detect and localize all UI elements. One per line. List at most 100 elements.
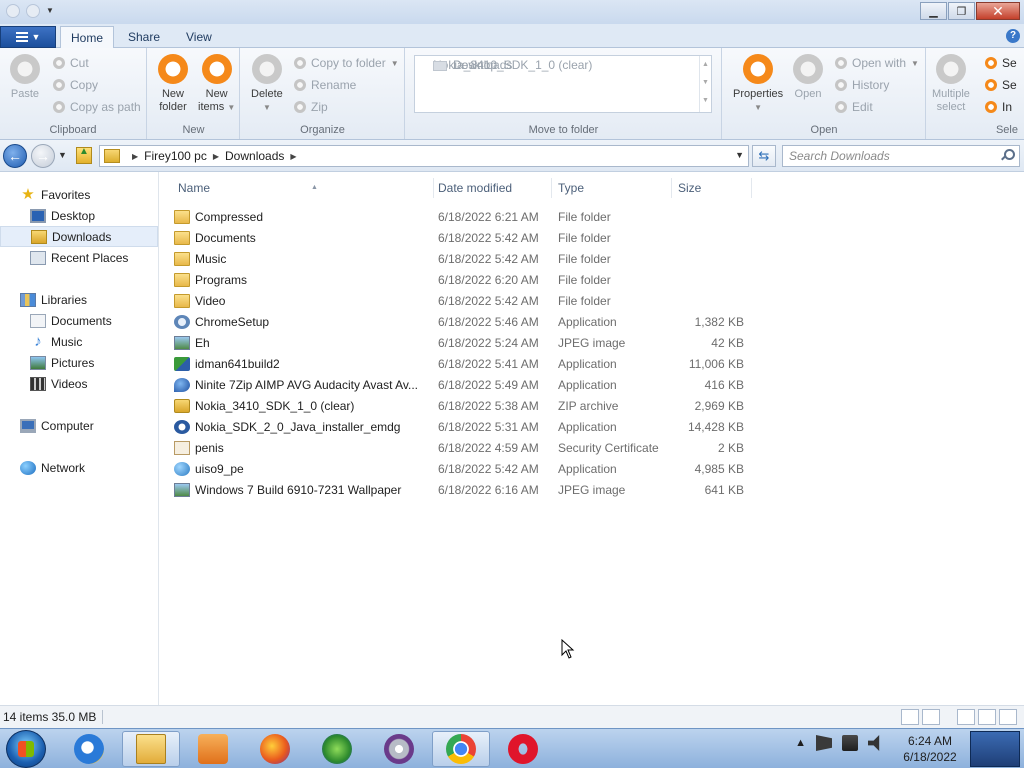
nav-favorites[interactable]: ★ Favorites [0,184,158,205]
table-row[interactable]: Windows 7 Build 6910-7231 Wallpaper 6/18/… [174,479,754,500]
nav-documents[interactable]: Documents [0,310,158,331]
nav-network[interactable]: Network [0,457,158,478]
breadcrumb-downloads[interactable]: Downloads [225,149,284,163]
file-name-cell[interactable]: Music [174,251,434,266]
table-row[interactable]: Documents 6/18/2022 5:42 AM File folder [174,227,754,248]
breadcrumb-separator-icon[interactable]: ▶ [213,152,219,161]
table-row[interactable]: Programs 6/18/2022 6:20 AM File folder [174,269,754,290]
taskbar-media-player[interactable] [184,731,242,767]
table-row[interactable]: Compressed 6/18/2022 6:21 AM File folder [174,206,754,227]
start-button[interactable] [6,730,46,768]
details-pane-icon[interactable] [957,709,975,725]
table-row[interactable]: Video 6/18/2022 5:42 AM File folder [174,290,754,311]
zip-button[interactable]: Zip [294,98,328,116]
tab-share[interactable]: Share [118,26,170,49]
breadcrumb-separator-icon[interactable]: ▶ [290,152,296,161]
large-icons-view-icon[interactable] [999,709,1017,725]
breadcrumb-separator-icon[interactable]: ▶ [132,152,138,161]
nav-libraries[interactable]: Libraries [0,289,158,310]
minimize-button[interactable]: ▁ [920,2,947,20]
nav-videos[interactable]: Videos [0,373,158,394]
show-desktop-button[interactable] [970,731,1020,767]
new-folder-button[interactable]: New folder [158,54,188,114]
new-items-button[interactable]: New items ▼ [198,54,235,114]
file-name-cell[interactable]: ChromeSetup [174,314,434,329]
table-row[interactable]: uiso9_pe 6/18/2022 5:42 AM Application 4,98… [174,458,754,479]
copy-to-folder-button[interactable]: Copy to folder ▼ [294,54,399,72]
search-icon[interactable] [1001,149,1015,161]
table-row[interactable]: ChromeSetup 6/18/2022 5:46 AM Application 1… [174,311,754,332]
preview-pane-icon[interactable] [978,709,996,725]
table-row[interactable]: Nokia_SDK_2_0_Java_installer_emdg 6/18/20… [174,416,754,437]
up-folder-button[interactable] [76,146,92,164]
show-hidden-icons-chevron-icon[interactable]: ▲ [795,737,806,749]
taskbar-file-explorer[interactable] [122,731,180,767]
table-row[interactable]: penis 6/18/2022 4:59 AM Security Certifica… [174,437,754,458]
file-name-cell[interactable]: penis [174,440,434,455]
volume-muted-icon[interactable] [868,735,880,751]
file-name-cell[interactable]: Compressed [174,209,434,224]
move-list-scrollbar[interactable]: ▲ ▼ ▼ [699,56,711,112]
taskbar-download-manager[interactable] [308,731,366,767]
nav-pictures[interactable]: Pictures [0,352,158,373]
open-button[interactable]: Open [793,54,823,101]
rename-button[interactable]: Rename [294,76,356,94]
select-all-button[interactable]: Se [985,54,1017,72]
table-row[interactable]: idman641build2 6/18/2022 5:41 AM Applicati… [174,353,754,374]
tab-view[interactable]: View [176,26,222,49]
move-to-folder-list[interactable]: Nokia_3410_SDK_1_0 (clear) Desktop Downl… [414,55,712,113]
file-name-cell[interactable]: uiso9_pe [174,461,434,476]
close-button[interactable]: ✕ [976,2,1020,20]
taskbar-opera[interactable] [494,731,552,767]
network-status-icon[interactable] [842,735,858,751]
file-name-cell[interactable]: Programs [174,272,434,287]
refresh-button[interactable]: ⇆ [752,145,776,167]
file-name-cell[interactable]: Documents [174,230,434,245]
taskbar-clock[interactable]: 6:24 AM 6/18/2022 [898,733,962,765]
table-row[interactable]: Ninite 7Zip AIMP AVG Audacity Avast Av..… [174,374,754,395]
forward-button[interactable]: → [31,144,55,168]
file-name-cell[interactable]: Video [174,293,434,308]
column-header-type[interactable]: Type [554,178,672,198]
details-view-icon[interactable] [901,709,919,725]
column-header-date[interactable]: Date modified [434,178,552,198]
file-name-cell[interactable]: Windows 7 Build 6910-7231 Wallpaper [174,482,434,497]
column-header-name[interactable]: Name ▲ [174,178,434,198]
recent-locations-chevron-icon[interactable]: ▼ [58,150,67,160]
file-name-cell[interactable]: Nokia_SDK_2_0_Java_installer_emdg [174,419,434,434]
table-row[interactable]: Music 6/18/2022 5:42 AM File folder [174,248,754,269]
cut-button[interactable]: Cut [53,54,89,72]
file-name-cell[interactable]: idman641build2 [174,356,434,371]
nav-downloads[interactable]: Downloads [0,226,158,247]
multiple-select-button[interactable]: Multiple select [932,54,970,114]
help-icon[interactable]: ? [1006,29,1020,43]
breadcrumb-pc[interactable]: Firey100 pc [144,149,207,163]
select-none-button[interactable]: Se [985,76,1017,94]
delete-button[interactable]: Delete ▼ [251,54,283,114]
nav-recent-places[interactable]: Recent Places [0,247,158,268]
address-history-chevron-icon[interactable]: ▼ [735,150,744,160]
taskbar-firefox[interactable] [246,731,304,767]
column-header-size[interactable]: Size [674,178,752,198]
nav-music[interactable]: ♪ Music [0,331,158,352]
taskbar-dvd-player[interactable] [370,731,428,767]
open-with-button[interactable]: Open with ▼ [835,54,919,72]
file-name-cell[interactable]: Ninite 7Zip AIMP AVG Audacity Avast Av..… [174,377,434,392]
table-row[interactable]: Eh 6/18/2022 5:24 AM JPEG image 42 KB [174,332,754,353]
nav-computer[interactable]: Computer [0,415,158,436]
properties-button[interactable]: Properties ▼ [733,54,783,114]
file-menu-button[interactable]: ▼ [0,26,56,48]
copy-as-path-button[interactable]: Copy as path [53,98,141,116]
back-button[interactable]: ← [3,144,27,168]
history-button[interactable]: History [835,76,889,94]
paste-button[interactable]: Paste [10,54,40,101]
qat-properties-icon[interactable] [6,4,20,18]
file-name-cell[interactable]: Nokia_3410_SDK_1_0 (clear) [174,398,434,413]
nav-desktop[interactable]: Desktop [0,205,158,226]
qat-new-folder-icon[interactable] [26,4,40,18]
preview-icon[interactable] [922,709,940,725]
taskbar-chrome[interactable] [432,731,490,767]
qat-customize-chevron-icon[interactable]: ▼ [46,4,56,18]
copy-button[interactable]: Copy [53,76,98,94]
taskbar-internet-explorer[interactable] [60,731,118,767]
